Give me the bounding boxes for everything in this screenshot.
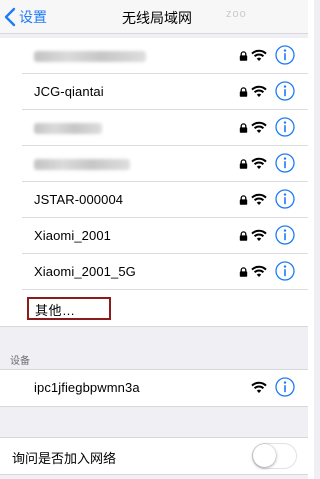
page-title: 无线局域网: [122, 10, 192, 26]
info-icon[interactable]: [275, 377, 295, 397]
network-row[interactable]: JSTAR-000004: [0, 182, 314, 218]
info-icon[interactable]: [275, 117, 295, 137]
wifi-icon: [251, 157, 267, 169]
lock-icon: [239, 231, 248, 241]
device-ssid: ipc1jfiegbpwmn3a: [34, 380, 140, 395]
info-icon[interactable]: [275, 225, 295, 245]
lock-icon: [239, 159, 248, 169]
info-icon[interactable]: [275, 45, 295, 65]
network-row[interactable]: JCG-qiantai: [0, 74, 314, 110]
info-icon[interactable]: [275, 261, 295, 281]
info-icon[interactable]: [275, 189, 295, 209]
network-row[interactable]: Xiaomi_2001: [0, 218, 314, 254]
devices-section-header: 设备: [10, 356, 30, 367]
lock-icon: [239, 87, 248, 97]
network-ssid: Xiaomi_2001: [34, 228, 111, 243]
lock-icon: [239, 51, 248, 61]
navigation-bar: 设置 无线局域网 zoo: [0, 0, 314, 34]
page-edge: [308, 0, 314, 479]
lock-icon: [239, 267, 248, 277]
device-row[interactable]: ipc1jfiegbpwmn3a: [0, 370, 314, 406]
wifi-icon: [251, 121, 267, 133]
lock-icon: [239, 195, 248, 205]
info-icon[interactable]: [275, 81, 295, 101]
ask-to-join-toggle[interactable]: [252, 443, 297, 469]
network-ssid: JSTAR-000004: [34, 192, 124, 207]
wifi-icon: [251, 85, 267, 97]
network-ssid: JCG-qiantai: [34, 84, 104, 99]
toggle-knob: [253, 444, 276, 467]
ask-to-join-label: 询问是否加入网络: [12, 451, 117, 466]
ask-to-join-row: 询问是否加入网络: [0, 437, 314, 475]
wifi-icon: [251, 49, 267, 61]
wifi-icon: [251, 229, 267, 241]
network-list: JCG-qiantai JSTAR-000004 Xiaomi_2001 Xiaomi…: [0, 38, 314, 327]
obscured-ssid: [34, 159, 130, 170]
other-network-item[interactable]: 其他…: [35, 300, 76, 319]
info-icon[interactable]: [275, 153, 295, 173]
network-ssid: Xiaomi_2001_5G: [34, 264, 136, 279]
lock-icon: [239, 123, 248, 133]
wifi-icon: [251, 193, 267, 205]
wifi-icon: [251, 381, 267, 393]
device-list: ipc1jfiegbpwmn3a: [0, 369, 314, 407]
watermark: zoo: [226, 8, 247, 20]
obscured-ssid: [34, 123, 102, 134]
wifi-icon: [251, 265, 267, 277]
network-row[interactable]: [0, 38, 314, 74]
network-row[interactable]: Xiaomi_2001_5G: [0, 254, 314, 290]
network-row[interactable]: [0, 146, 314, 182]
obscured-ssid: [34, 51, 146, 62]
network-row[interactable]: [0, 110, 314, 146]
